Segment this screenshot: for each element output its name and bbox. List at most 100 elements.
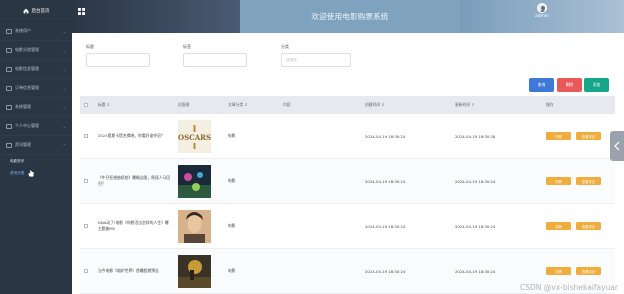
sidebar-item-label: 电影分类管理 (15, 47, 39, 52)
row-title: 当今电影《熔炉世界》首曝超燃预告 (98, 268, 159, 273)
sidebar-subitem-news-category[interactable]: 资讯分类 (0, 167, 72, 179)
poster-thumb (178, 164, 211, 198)
title-input[interactable] (86, 53, 150, 67)
hand-cursor-icon (28, 170, 34, 177)
header-created[interactable]: 创建时间 ⇕ (362, 102, 452, 108)
header-updated[interactable]: 更新时间 ⇕ (452, 102, 543, 108)
category-select[interactable]: 请选择 ⌄ (281, 53, 351, 67)
header-category[interactable]: 文章分类 ⇕ (225, 102, 280, 108)
sidebar-item-movie-info[interactable]: 电影信息管理 ⌄ (0, 60, 72, 79)
user-icon (6, 28, 12, 34)
view-comments-button[interactable]: 查看评论 (576, 267, 601, 275)
add-button[interactable]: 添加 (584, 78, 609, 92)
subitem-label: 电影资讯 (10, 158, 25, 163)
chevron-up-icon: ⌃ (62, 142, 66, 148)
chevron-down-icon: ⌄ (62, 28, 66, 34)
header-image: 封面图 (178, 102, 190, 107)
sidebar-item-news[interactable]: 资讯管理 ⌃ (0, 136, 72, 155)
chevron-down-icon: ⌄ (62, 123, 66, 129)
search-tag-group: 标签 (183, 44, 247, 67)
chevron-down-icon: ⌄ (62, 85, 66, 91)
chevron-down-icon: ⌄ (342, 58, 346, 62)
header-left (72, 0, 240, 33)
row-ops: 详情 查看评论 (543, 267, 615, 275)
sidebar-item-label: 订单信息管理 (15, 85, 39, 90)
row-image-cell (175, 254, 225, 288)
detail-button[interactable]: 详情 (546, 267, 571, 275)
title-label: 标题 (86, 44, 94, 49)
table-header: 标题 ⇕ 封面图 文章分类 ⇕ 内容 创建时间 ⇕ 更新时间 ⇕ 操作 (80, 96, 615, 114)
gear-icon (6, 104, 12, 110)
row-created: 2024-04-19 18:30:24 (365, 268, 406, 274)
header-ops: 操作 (546, 102, 554, 107)
profile-icon (6, 123, 12, 129)
sidebar-item-label: 系统管理 (15, 104, 31, 109)
row-ops: 详情 查看评论 (543, 222, 615, 230)
tag-label: 标签 (183, 44, 191, 49)
collapse-panel-tab[interactable] (610, 131, 624, 161)
detail-button[interactable]: 详情 (546, 132, 571, 140)
header-title[interactable]: 标题 ⇕ (92, 102, 175, 108)
chevron-left-icon (614, 141, 620, 151)
table-row: DNA动了!电影《你想活出怎样的人生》曝主题曲MV 电影 2024-04-19 … (80, 204, 615, 249)
row-image-cell (175, 209, 225, 243)
news-table: 标题 ⇕ 封面图 文章分类 ⇕ 内容 创建时间 ⇕ 更新时间 ⇕ 操作 2023… (80, 96, 615, 294)
row-checkbox[interactable] (84, 134, 88, 138)
sidebar-item-movie-category[interactable]: 电影分类管理 ⌄ (0, 41, 72, 60)
film-icon (6, 66, 12, 72)
detail-button[interactable]: 详情 (546, 177, 571, 185)
table-row: 《牛仔狂想曲续拍》曝概念图，原班人马回归？ 电影 2024-04-19 18:3… (80, 159, 615, 204)
row-title: DNA动了!电影《你想活出怎样的人生》曝主题曲MV (98, 220, 169, 231)
row-checkbox[interactable] (84, 269, 88, 273)
tag-input[interactable] (183, 53, 247, 67)
row-category: 电影 (228, 133, 236, 138)
row-checkbox[interactable] (84, 179, 88, 183)
user-menu[interactable]: admin (460, 0, 624, 33)
view-comments-button[interactable]: 查看评论 (576, 177, 601, 185)
folder-icon (6, 47, 12, 53)
sidebar-item-users[interactable]: 系统用户 ⌄ (0, 22, 72, 41)
row-checkbox-cell (80, 134, 92, 138)
sidebar-item-label: 资讯管理 (15, 142, 31, 147)
detail-button[interactable]: 详情 (546, 222, 571, 230)
search-button[interactable]: 查询 (529, 78, 554, 92)
row-updated: 2024-04-19 18:30:24 (455, 268, 496, 274)
search-title-group: 标题 (86, 44, 150, 67)
subitem-label: 资讯分类 (10, 170, 25, 175)
row-created: 2024-04-19 18:30:24 (365, 223, 406, 229)
row-updated: 2024-04-19 18:30:28 (455, 133, 496, 139)
username: admin (534, 14, 550, 19)
sidebar-item-orders[interactable]: 订单信息管理 ⌄ (0, 79, 72, 98)
avatar[interactable] (537, 3, 547, 13)
row-category: 电影 (228, 178, 236, 183)
row-category: 电影 (228, 268, 236, 273)
scene-thumb (178, 254, 211, 288)
delete-button[interactable]: 删除 (557, 78, 582, 92)
sidebar-item-system[interactable]: 系统管理 ⌄ (0, 98, 72, 117)
row-updated: 2024-04-19 18:30:24 (455, 223, 496, 229)
svg-text:OSCARS: OSCARS (178, 133, 211, 142)
sidebar-subitem-movie-news[interactable]: 电影资讯 (0, 155, 72, 167)
row-created: 2024-04-19 18:30:24 (365, 178, 406, 184)
row-checkbox-cell (80, 179, 92, 183)
view-comments-button[interactable]: 查看评论 (576, 222, 601, 230)
logo-title: 后台首页 (31, 8, 50, 14)
oscars-thumb: OSCARS (178, 119, 211, 153)
watermark: CSDN @vx-bishekaifayuar (520, 283, 618, 292)
row-ops: 详情 查看评论 (543, 177, 615, 185)
row-image-cell: OSCARS (175, 119, 225, 153)
sidebar-item-profile[interactable]: 个人中心管理 ⌄ (0, 117, 72, 136)
row-image-cell (175, 164, 225, 198)
header-content: 内容 (283, 102, 291, 107)
row-category: 电影 (228, 223, 236, 228)
row-updated: 2024-04-19 18:30:24 (455, 178, 496, 184)
row-title: 2023奥斯卡提名揭晓，你看好谁夺冠？ (98, 133, 165, 138)
top-header: 欢迎使用电影购票系统 admin (72, 0, 624, 33)
portrait-thumb (178, 209, 211, 243)
sidebar-logo[interactable]: 后台首页 (0, 0, 72, 22)
grid-menu-icon[interactable] (78, 8, 85, 15)
row-checkbox[interactable] (84, 224, 88, 228)
row-title: 《牛仔狂想曲续拍》曝概念图，原班人马回归？ (98, 175, 171, 186)
view-comments-button[interactable]: 查看评论 (576, 132, 601, 140)
select-all-checkbox[interactable] (84, 103, 88, 107)
